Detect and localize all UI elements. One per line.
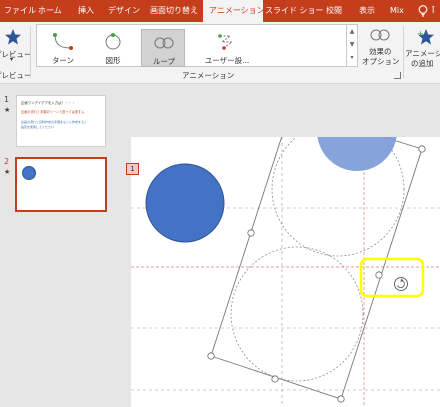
star-preview-icon [5, 29, 21, 45]
tab-file[interactable]: ファイル [4, 0, 36, 22]
thumb-text: 企画ワンアイデアを入力は！・・・ [21, 101, 76, 105]
resize-handles[interactable] [207, 137, 426, 403]
slide-thumbnail-1[interactable]: 企画ワンアイデアを入力は！・・・ 企画の流れと手順のリーンと進っては進すム 企画… [16, 95, 106, 147]
tab-mix[interactable]: Mix [390, 0, 404, 22]
preview-group-label: プレビュー [0, 71, 32, 80]
rotate-handle-icon[interactable] [394, 277, 408, 291]
animation-star-icon: ★ [4, 106, 11, 114]
ribbon-tab-bar: ファイル ホーム 挿入 デザイン 画面切り替え アニメーション スライド ショー… [0, 0, 440, 22]
animation-star-icon: ★ [4, 168, 11, 176]
preview-button[interactable]: プレビュー ▾ [0, 24, 32, 64]
tab-overflow[interactable]: Ī [432, 0, 434, 22]
thumb-text: 企画の流れと手順のリーンと進っては進すム [21, 110, 85, 114]
effect-options-label-2: オプション [362, 57, 400, 66]
slide-thumbnail-pane: 1 ★ 企画ワンアイデアを入力は！・・・ 企画の流れと手順のリーンと進っては進す… [0, 84, 117, 407]
scroll-up-icon[interactable]: ▲ [347, 25, 357, 38]
loop-path-icon [154, 37, 174, 49]
gallery-label: ユーザー設... [204, 56, 250, 65]
tab-insert[interactable]: 挿入 [78, 0, 94, 22]
animation-group-label: アニメーション [182, 71, 235, 80]
gallery-scrollbar[interactable]: ▲ ▼ ▾ [346, 25, 357, 66]
thumb-text: 企画の流れと資料作成の手順をもとに作成すると [21, 120, 87, 124]
highlight-box [359, 257, 425, 298]
chevron-down-icon: ▾ [10, 56, 14, 63]
scroll-down-icon[interactable]: ▼ [347, 38, 357, 51]
tab-review[interactable]: 校閲 [326, 0, 342, 22]
add-animation-button[interactable]: + アニメーション の追加 [405, 24, 440, 72]
effect-options-icon [370, 29, 390, 41]
gallery-item-custom[interactable]: ユーザー設... [197, 29, 257, 67]
tab-home[interactable]: ホーム [38, 0, 62, 22]
slide-graphics [131, 137, 440, 407]
gallery-item-turn[interactable]: ターン [41, 29, 85, 67]
tab-view[interactable]: 表示 [359, 0, 375, 22]
preview-label: プレビュー [0, 50, 32, 59]
svg-text:+: + [417, 29, 424, 38]
tab-design[interactable]: デザイン [108, 0, 140, 22]
animation-gallery: ターン 図形 ループ ユーザー設... ▲ ▼ ▾ [36, 24, 358, 67]
tab-transitions[interactable]: 画面切り替え [150, 0, 198, 22]
gallery-item-loop[interactable]: ループ [141, 29, 185, 67]
tab-slideshow[interactable]: スライド ショー [265, 0, 324, 22]
group-divider [403, 26, 404, 78]
add-animation-label-2: の追加 [411, 59, 434, 68]
blue-circle-shape[interactable] [145, 163, 225, 243]
path-bounding-box [210, 137, 423, 400]
gallery-label: 図形 [105, 56, 121, 65]
shape-path-icon [105, 33, 121, 50]
animation-order-tag[interactable]: 1 [126, 163, 139, 175]
custom-path-icon [218, 34, 234, 50]
gallery-label: ターン [51, 56, 75, 65]
slide-thumbnail-2[interactable] [15, 157, 107, 212]
gallery-label: ループ [152, 57, 176, 66]
thumb-text: 設定を使用してください [21, 125, 54, 129]
lightbulb-icon[interactable] [418, 5, 428, 17]
slide-number: 2 [4, 157, 10, 166]
thumb-circle [22, 166, 36, 180]
ribbon: プレビュー ▾ プレビュー ターン 図形 ループ [0, 22, 440, 84]
tab-animations[interactable]: アニメーション [203, 0, 265, 22]
gallery-item-shape[interactable]: 図形 [91, 29, 135, 67]
slide-canvas [131, 137, 440, 407]
turn-path-icon [53, 33, 73, 50]
ghost-circle-shape [317, 137, 397, 171]
slide-number: 1 [4, 95, 10, 104]
add-animation-star-icon: + [417, 29, 434, 45]
group-divider [30, 26, 31, 78]
dialog-launcher-icon[interactable] [394, 72, 401, 79]
effect-options-button[interactable]: 効果の オプション [362, 26, 400, 70]
gallery-more-icon[interactable]: ▾ [347, 51, 357, 64]
